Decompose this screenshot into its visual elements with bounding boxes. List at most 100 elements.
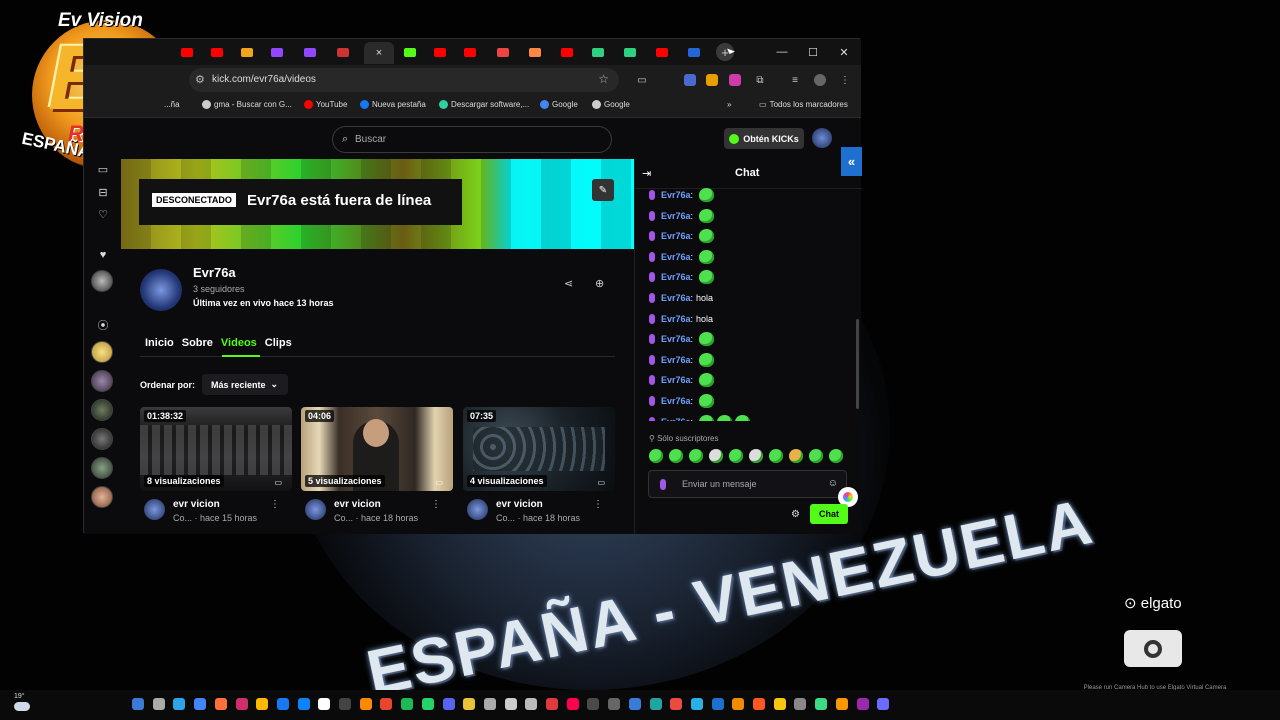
avatar[interactable]: [305, 499, 326, 520]
bookmark-star-icon[interactable]: ☆: [598, 72, 609, 86]
screen-cast-icon[interactable]: ▭: [636, 74, 648, 86]
all-bookmarks[interactable]: ▭ Todos los marcadores: [759, 100, 848, 109]
weather-widget[interactable]: 19°: [14, 693, 30, 711]
chat-username[interactable]: Evr76a: [661, 355, 691, 365]
recommended-channel-avatar[interactable]: [91, 370, 113, 392]
taskbar-app-icon[interactable]: [152, 698, 165, 710]
tab-generic[interactable]: [332, 45, 354, 59]
taskbar-app-icon[interactable]: [711, 698, 724, 710]
chat-scrollbar[interactable]: [856, 319, 859, 409]
avatar[interactable]: [144, 499, 165, 520]
maximize-button[interactable]: ☐: [803, 43, 823, 61]
bookmark-item[interactable]: gma - Buscar con G...: [202, 100, 292, 109]
recommended-channel-avatar[interactable]: [91, 341, 113, 363]
emoji-icon[interactable]: ☺: [828, 478, 838, 489]
taskbar-app-icon[interactable]: [773, 698, 786, 710]
taskbar-app-icon[interactable]: [483, 698, 496, 710]
chat-username[interactable]: Evr76a: [661, 417, 691, 421]
emote-icon[interactable]: [809, 449, 823, 463]
taskbar-app-icon[interactable]: [525, 698, 538, 710]
chat-username[interactable]: Evr76a: [661, 396, 691, 406]
collapse-chat-icon[interactable]: ⇥: [642, 167, 651, 180]
chat-username[interactable]: Evr76a: [661, 190, 691, 200]
taskbar-app-icon[interactable]: [566, 698, 579, 710]
followed-channel-avatar[interactable]: [91, 270, 113, 292]
taskbar-app-icon[interactable]: [235, 698, 248, 710]
bookmark-item[interactable]: Descargar software,...: [439, 100, 529, 109]
get-kicks-button[interactable]: Obtén KICKs: [724, 128, 804, 149]
live-icon[interactable]: ⦿: [96, 318, 110, 332]
taskbar-app-icon[interactable]: [794, 698, 807, 710]
chat-message-input[interactable]: Enviar un mensaje ☺: [648, 470, 847, 498]
taskbar-app-icon[interactable]: [835, 698, 848, 710]
settings-gear-icon[interactable]: ⚙: [791, 509, 800, 520]
taskbar-app-icon[interactable]: [815, 698, 828, 710]
taskbar-app-icon[interactable]: [690, 698, 703, 710]
search-input[interactable]: ⌕ Buscar: [332, 126, 612, 153]
emote-icon[interactable]: [729, 449, 743, 463]
avatar[interactable]: [812, 128, 832, 148]
close-window-button[interactable]: ✕: [834, 43, 854, 61]
tab-generic[interactable]: [524, 45, 546, 59]
taskbar-app-icon[interactable]: [628, 698, 641, 710]
bookmark-item[interactable]: Google: [540, 100, 578, 109]
emote-icon[interactable]: [829, 449, 843, 463]
taskbar-app-icon[interactable]: [401, 698, 414, 710]
taskbar-app-icon[interactable]: [546, 698, 558, 710]
taskbar-app-icon[interactable]: [649, 698, 662, 710]
taskbar-app-icon[interactable]: [463, 698, 476, 710]
url-text[interactable]: kick.com/evr76a/videos: [212, 74, 316, 85]
emote-icon[interactable]: [709, 449, 723, 463]
tab-clips[interactable]: Clips: [265, 337, 292, 357]
tab-videos[interactable]: Videos: [221, 337, 257, 357]
taskbar-app-icon[interactable]: [173, 698, 186, 710]
profile-icon[interactable]: [814, 74, 826, 86]
tab-youtube[interactable]: [556, 45, 578, 59]
tab-youtube[interactable]: [206, 45, 228, 59]
bookmark-item[interactable]: ...ña: [164, 100, 180, 109]
tab-twitch[interactable]: [299, 45, 321, 59]
tab-inicio[interactable]: Inicio: [145, 337, 174, 357]
tab-youtube[interactable]: [429, 45, 451, 59]
avatar[interactable]: [467, 499, 488, 520]
tab-generic[interactable]: [236, 45, 258, 59]
taskbar-app-icon[interactable]: [339, 698, 351, 710]
emote-icon[interactable]: [789, 449, 803, 463]
taskbar-app-icon[interactable]: [256, 698, 269, 710]
taskbar-app-icon[interactable]: [297, 698, 310, 710]
video-title[interactable]: evr vicion: [173, 499, 220, 510]
close-icon[interactable]: ×: [376, 47, 382, 59]
tab-youtube[interactable]: [176, 45, 198, 59]
emote-icon[interactable]: [769, 449, 783, 463]
video-card[interactable]: 04:06 5 visualizaciones ▭ evr vicion Co.…: [301, 407, 453, 527]
emote-icon[interactable]: [689, 449, 703, 463]
chat-username[interactable]: Evr76a: [661, 375, 691, 385]
taskbar-app-icon[interactable]: [359, 698, 372, 710]
tab-generic[interactable]: [619, 45, 641, 59]
expand-sidebar-button[interactable]: «: [841, 147, 862, 176]
taskbar-app-icon[interactable]: [504, 698, 517, 710]
site-info-icon[interactable]: ⚙: [195, 73, 205, 86]
tab-twitch[interactable]: [266, 45, 288, 59]
extension-icon[interactable]: [729, 74, 741, 86]
menu-icon[interactable]: ⋮: [839, 74, 851, 86]
taskbar-app-icon[interactable]: [194, 698, 207, 710]
browse-icon[interactable]: ▭: [96, 162, 110, 176]
tab-youtube[interactable]: [651, 45, 673, 59]
taskbar-app-icon[interactable]: [856, 698, 869, 710]
share-icon[interactable]: ⋖: [564, 277, 573, 290]
chat-username[interactable]: Evr76a: [661, 293, 691, 303]
send-chat-button[interactable]: Chat: [810, 504, 848, 524]
video-title[interactable]: evr vicion: [334, 499, 381, 510]
taskbar-app-icon[interactable]: [380, 698, 393, 710]
taskbar-app-icon[interactable]: [318, 698, 331, 710]
taskbar-app-icon[interactable]: [877, 698, 890, 710]
video-thumbnail[interactable]: 07:35 4 visualizaciones ▭: [463, 407, 615, 491]
bookmarks-overflow[interactable]: »: [727, 100, 731, 109]
chat-username[interactable]: Evr76a: [661, 314, 691, 324]
recommended-channel-avatar[interactable]: [91, 457, 113, 479]
more-options-icon[interactable]: ⋮: [593, 499, 603, 510]
media-icon[interactable]: ≡: [789, 74, 801, 86]
minimize-button[interactable]: —: [772, 43, 792, 61]
taskbar-app-icon[interactable]: [608, 698, 621, 710]
